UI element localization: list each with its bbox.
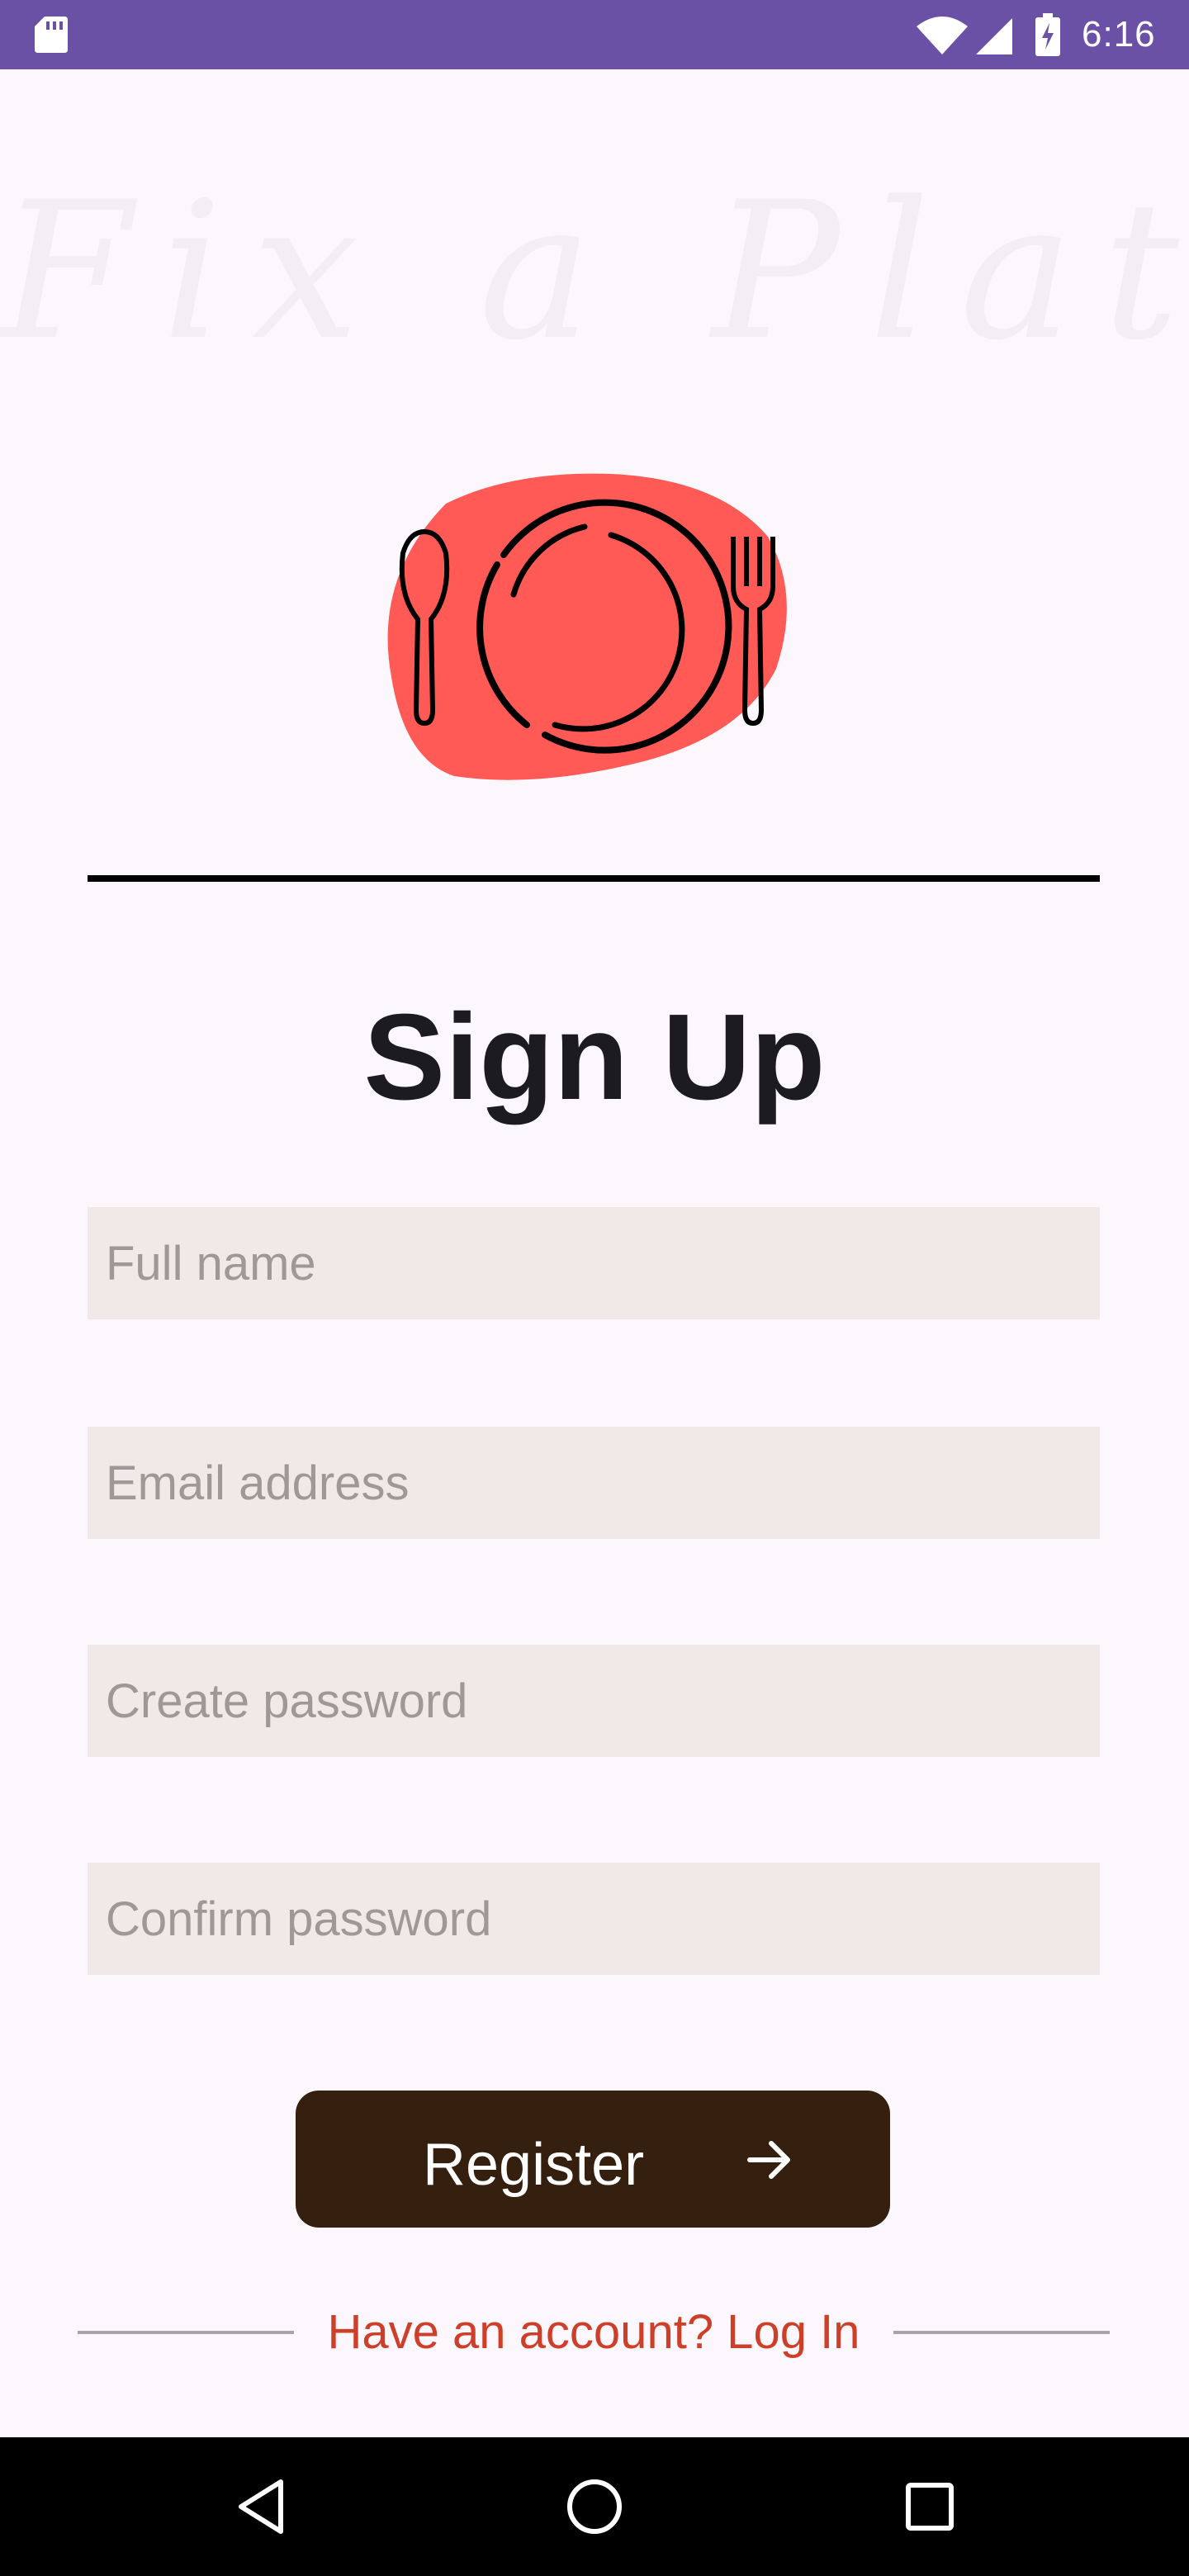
recents-icon[interactable] [897,2474,963,2540]
wifi-icon [917,17,968,54]
battery-icon [1035,13,1060,56]
confirm-password-input[interactable] [88,1863,1100,1975]
home-icon[interactable] [561,2474,628,2540]
page-title: Sign Up [363,989,826,1125]
register-button[interactable]: Register [296,2091,890,2228]
login-divider-left [78,2331,294,2334]
plate-fork-spoon-icon [387,473,787,780]
signal-icon [976,18,1012,54]
status-bar: 6:16 [0,0,1189,69]
register-button-label: Register [423,2132,645,2198]
sd-card-icon [35,17,68,53]
login-link[interactable]: Have an account? Log In [294,2304,893,2361]
arrow-right-icon [747,2141,790,2179]
back-icon[interactable] [230,2474,296,2540]
status-time: 6:16 [1082,14,1156,54]
navigation-bar [0,2437,1189,2576]
login-divider-right [893,2331,1110,2334]
header-divider [88,875,1100,882]
signup-screen: 6:16 Fix a Plate Sign Up Register Have a… [0,0,1189,2576]
email-input[interactable] [88,1427,1100,1539]
full-name-input[interactable] [88,1207,1100,1319]
app-title-watermark: Fix a Plate [0,162,1189,382]
create-password-input[interactable] [88,1645,1100,1757]
